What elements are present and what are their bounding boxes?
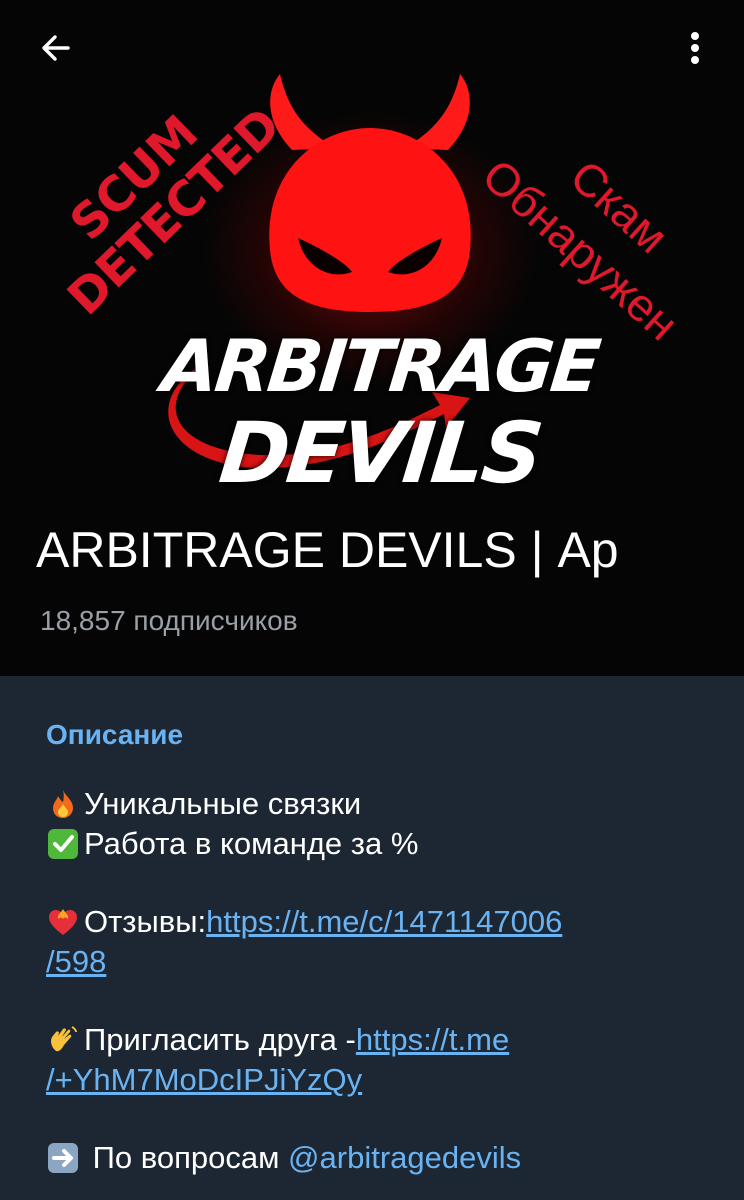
right-arrow-icon xyxy=(48,1143,78,1173)
devil-head xyxy=(269,128,471,312)
fire-icon xyxy=(53,790,73,818)
more-options-button[interactable] xyxy=(670,24,720,72)
contact-username-link[interactable]: @arbitragedevils xyxy=(288,1138,521,1178)
description-line1-text: Уникальные связки xyxy=(84,786,362,821)
description-line-teamwork: Работа в команде за % xyxy=(46,824,706,864)
invite-link-continued[interactable]: /+YhM7MoDcIPJiYzQy xyxy=(46,1060,362,1100)
description-line-invite-cont: /+YhM7MoDcIPJiYzQy xyxy=(46,1060,706,1100)
check-mark-icon xyxy=(48,829,78,859)
reviews-link-continued[interactable]: /598 xyxy=(46,942,106,982)
description-line5-text: По вопросам xyxy=(84,1140,289,1175)
reviews-link[interactable]: https://t.me/c/1471147006 xyxy=(206,902,562,942)
channel-header: ARBITRAGE DEVILS SCUM DETECTED Скам Обна… xyxy=(0,0,744,676)
logo-text-line1: ARBITRAGE xyxy=(158,324,602,408)
more-vertical-icon xyxy=(691,32,699,64)
description-line-bundles: Уникальные связки xyxy=(46,784,706,824)
invite-link[interactable]: https://t.me xyxy=(356,1020,509,1060)
description-line-invite: Пригласить друга - https://t.me xyxy=(46,1020,706,1060)
description-label: Описание xyxy=(46,719,184,750)
channel-title: ARBITRAGE DEVILS | Ар xyxy=(36,522,619,578)
description-line3-text: Отзывы: xyxy=(84,904,207,939)
description-line-contact: По вопросам @arbitragedevils xyxy=(46,1138,706,1178)
description-line2-text: Работа в команде за % xyxy=(84,826,419,861)
description-line-reviews-cont: /598 xyxy=(46,942,706,982)
back-button[interactable] xyxy=(28,24,84,72)
arrow-left-icon xyxy=(42,35,70,61)
devil-right-horn xyxy=(405,74,470,150)
logo-text-line2: DEVILS xyxy=(215,404,545,502)
channel-description: Уникальные связки Работа в команде за % … xyxy=(46,784,706,1178)
description-line-reviews: Отзывы: https://t.me/c/1471147006 xyxy=(46,902,706,942)
channel-info-panel: Описание Уникальные связки Работа в кома… xyxy=(0,676,744,1200)
waving-hand-icon xyxy=(51,1026,77,1052)
heart-on-fire-icon xyxy=(49,909,77,935)
subscriber-count: 18,857 подписчиков xyxy=(40,605,298,636)
description-line4-text: Пригласить друга - xyxy=(84,1022,356,1057)
